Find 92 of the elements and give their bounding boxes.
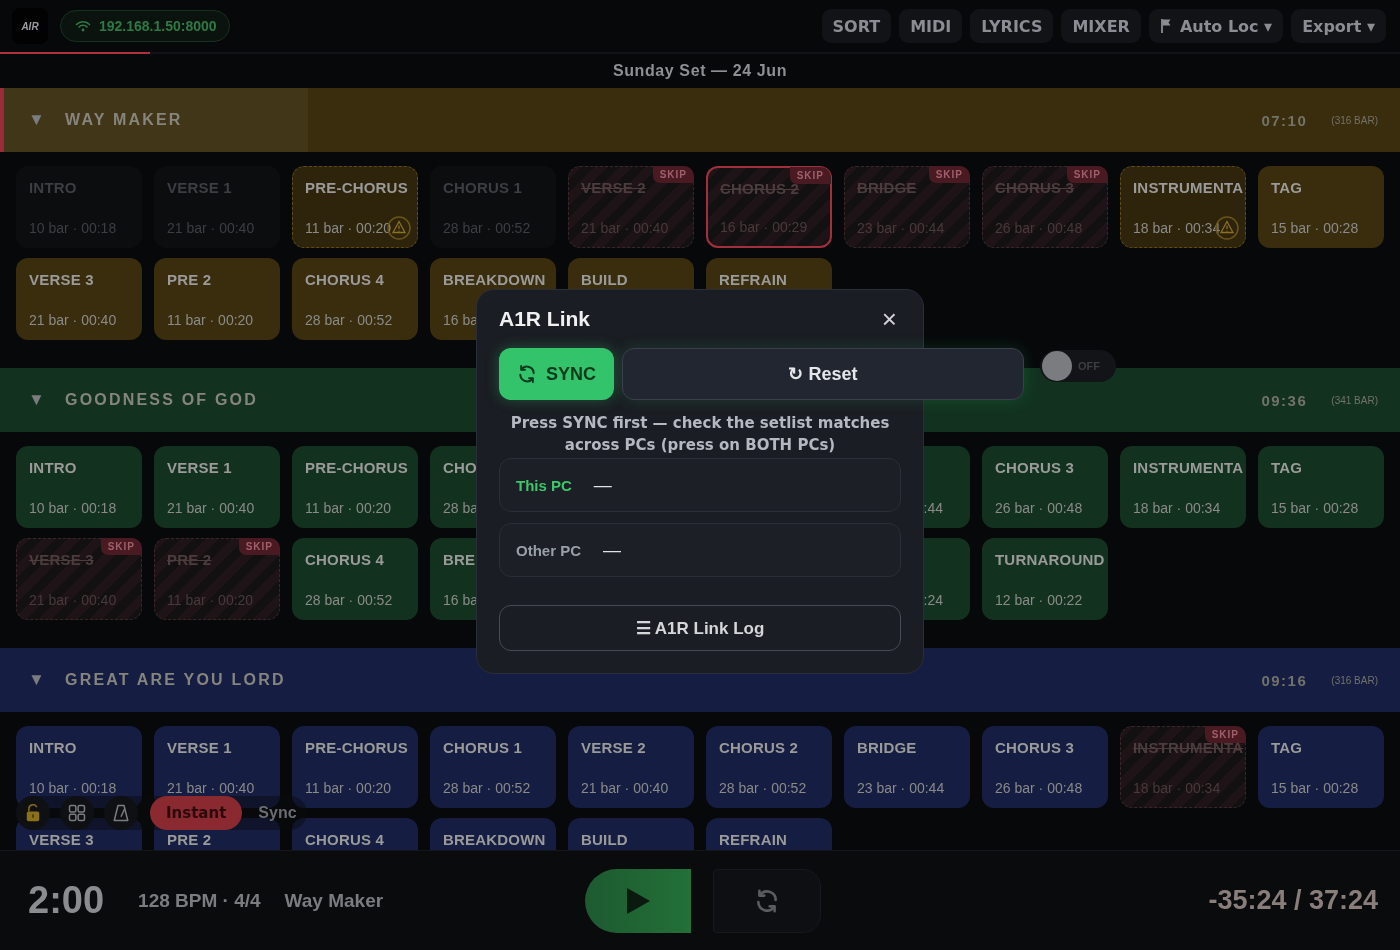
part-name: INTRO	[29, 459, 77, 476]
song-title: WAY MAKER	[65, 111, 183, 129]
part-name: PRE 2	[167, 271, 212, 288]
part-length: :44	[923, 500, 943, 516]
part-name: INSTRUMENTA	[1133, 459, 1244, 476]
part-name: VERSE 3	[29, 831, 94, 848]
bar-count: (316 BAR)	[1331, 674, 1378, 686]
skip-tag: SKIP	[928, 166, 970, 183]
part-length: 28 bar · 00:52	[305, 312, 393, 328]
part-name: BREAKDOWN	[443, 831, 546, 848]
instruction-text: Press SYNC first — check the setlist matches across PCs (press on BOTH PCs)	[509, 413, 891, 456]
part-name: BREAKDOWN	[443, 271, 546, 288]
part-length: 18 bar · 00:34	[1133, 220, 1221, 236]
part-length: 28 bar · 00:52	[305, 592, 393, 608]
pc-label: Other PC	[516, 541, 581, 559]
part-name: PRE-CHORUS	[305, 739, 408, 756]
part-name: VERSE 1	[167, 459, 232, 476]
skip-tag: SKIP	[100, 538, 142, 555]
part-name: BRIDGE	[857, 739, 917, 756]
part-length: 26 bar · 00:48	[995, 500, 1083, 516]
part-length: 12 bar · 00:22	[995, 592, 1083, 608]
part-name: CHORUS 2	[719, 739, 799, 756]
part-name: INSTRUMENTA	[1133, 179, 1244, 196]
song-duration: 09:16	[1261, 671, 1308, 689]
part-length: 11 bar · 00:20	[305, 500, 392, 516]
skip-tag: SKIP	[1204, 726, 1246, 743]
current-song: Way Maker	[284, 889, 384, 912]
part-name: INTRO	[29, 739, 77, 756]
skip-tag: SKIP	[1066, 166, 1108, 183]
part-length: 15 bar · 00:28	[1271, 500, 1359, 516]
setlist-title: Sunday Set — 24 Jun	[612, 62, 788, 80]
skip-tag: SKIP	[789, 167, 831, 184]
part-length: 21 bar · 00:40	[581, 780, 669, 796]
server-address: 192.168.1.50:8000	[99, 18, 217, 34]
part-length: 23 bar · 00:44	[857, 780, 945, 796]
part-length: 15 bar · 00:28	[1271, 780, 1359, 796]
part-name: VERSE 3	[29, 271, 94, 288]
part-name: TAG	[1271, 179, 1303, 196]
part-name: CHORUS 1	[443, 739, 523, 756]
part-length: 11 bar · 00:20	[305, 220, 392, 236]
part-name: CHORUS 3	[995, 739, 1075, 756]
part-length: 21 bar · 00:40	[29, 312, 117, 328]
part-length: 10 bar · 00:18	[29, 780, 117, 796]
part-name: VERSE 2	[581, 179, 646, 196]
pc-status: —	[593, 474, 612, 496]
app-logo: AIR	[12, 8, 48, 44]
part-name: REFRAIN	[719, 271, 788, 288]
part-length: 28 bar · 00:52	[443, 780, 531, 796]
song-duration: 07:10	[1261, 111, 1308, 129]
song-title: GREAT ARE YOU LORD	[65, 671, 286, 689]
skip-tag: SKIP	[238, 538, 280, 555]
skip-tag: SKIP	[652, 166, 694, 183]
part-length: 28 bar · 00:52	[719, 780, 807, 796]
part-name: TAG	[1271, 459, 1303, 476]
part-name: BUILD	[581, 831, 628, 848]
bar-count: (316 BAR)	[1331, 114, 1378, 126]
part-name: CHORUS 4	[305, 831, 385, 848]
tempo-text: 128 BPM · 4/4	[138, 889, 261, 912]
part-length: 18 bar · 00:34	[1133, 500, 1221, 516]
part-length: :24	[923, 592, 943, 608]
part-name: BRIDGE	[857, 179, 917, 196]
part-name: PRE 2	[167, 551, 212, 568]
part-length: 21 bar · 00:40	[167, 780, 255, 796]
part-length: 11 bar · 00:20	[305, 780, 392, 796]
part-name: VERSE 3	[29, 551, 94, 568]
bar-count: (341 BAR)	[1331, 394, 1378, 406]
part-name: PRE 2	[167, 831, 212, 848]
remaining-time: -35:24 / 37:24	[1208, 885, 1378, 916]
part-length: 11 bar · 00:20	[167, 312, 254, 328]
part-name: PRE-CHORUS	[305, 179, 408, 196]
part-name: CHORUS 4	[305, 271, 385, 288]
pc-label: This PC	[516, 476, 572, 494]
part-name: PRE-CHORUS	[305, 459, 408, 476]
pc-status: —	[603, 539, 621, 561]
part-name: BUILD	[581, 271, 628, 288]
part-name: TAG	[1271, 739, 1303, 756]
part-length: 21 bar · 00:40	[167, 500, 255, 516]
part-length: 10 bar · 00:18	[29, 500, 117, 516]
part-name: VERSE 1	[167, 739, 232, 756]
position-time: 2:00	[28, 879, 105, 922]
part-name: VERSE 2	[581, 739, 646, 756]
part-length: 26 bar · 00:48	[995, 780, 1083, 796]
part-name: REFRAIN	[719, 831, 788, 848]
part-name: CHO	[443, 459, 477, 476]
dialog-title: A1R Link	[499, 307, 590, 331]
part-name: TURNAROUND	[995, 551, 1105, 568]
song-duration: 09:36	[1261, 391, 1308, 409]
part-name: BRE	[443, 551, 476, 568]
part-name: CHORUS 4	[305, 551, 385, 568]
part-name: CHORUS 3	[995, 459, 1075, 476]
song-title: GOODNESS OF GOD	[65, 391, 258, 409]
part-length: 15 bar · 00:28	[1271, 220, 1359, 236]
